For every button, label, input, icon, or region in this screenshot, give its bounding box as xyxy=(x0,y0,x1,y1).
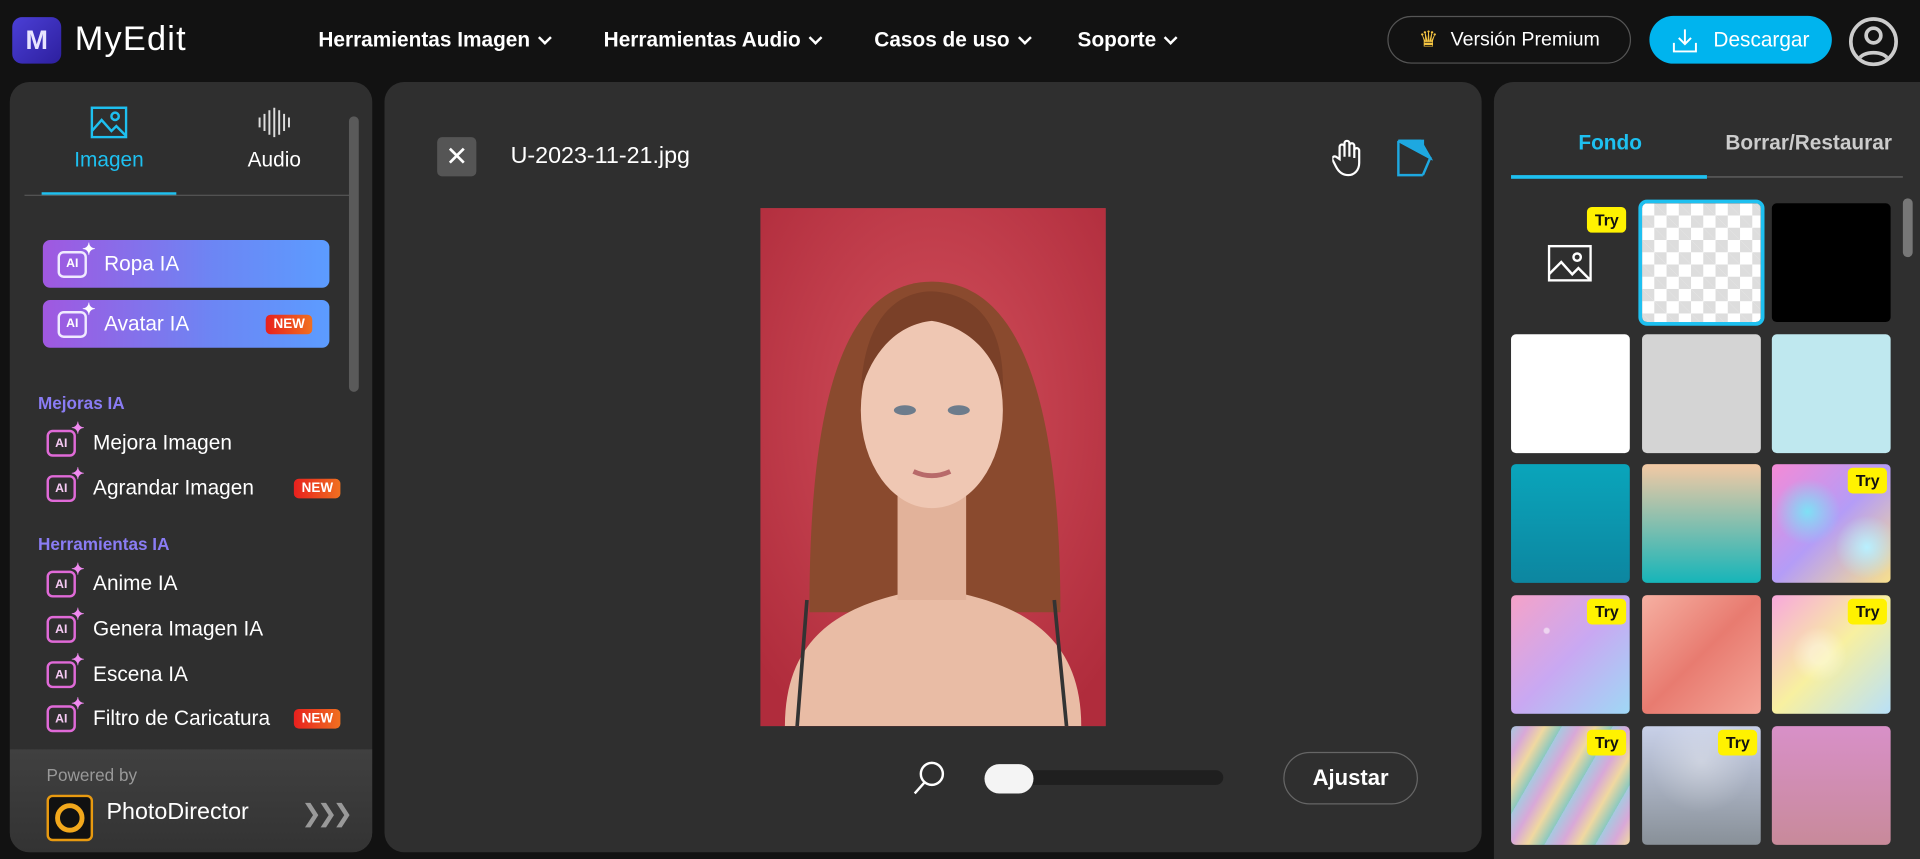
background-swatch[interactable] xyxy=(1642,334,1761,454)
panel-scrollbar[interactable] xyxy=(1902,198,1913,258)
background-swatch[interactable] xyxy=(1642,464,1761,583)
active-tab-indicator xyxy=(1511,175,1707,179)
background-swatch[interactable]: Try xyxy=(1771,595,1891,714)
background-swatch[interactable]: Try xyxy=(1511,726,1630,845)
upload-background-button[interactable]: Try xyxy=(1511,203,1630,322)
chevrons-right-icon: ❯❯❯ xyxy=(301,800,353,828)
compare-icon[interactable] xyxy=(1396,138,1434,183)
section-title: Mejoras IA xyxy=(37,393,125,413)
zoom-slider-handle[interactable] xyxy=(984,764,1034,794)
myedit-logo[interactable]: M xyxy=(12,17,62,64)
nav-casos-de-uso[interactable]: Casos de uso xyxy=(874,28,1032,52)
user-avatar-icon[interactable] xyxy=(1848,17,1898,67)
ropa-ia-button[interactable]: AIRopa IA xyxy=(42,239,330,288)
photodirector-logo-icon xyxy=(46,794,94,842)
powered-by-photodirector[interactable]: Powered by PhotoDirector ❯❯❯ xyxy=(9,749,373,853)
nav-soporte[interactable]: Soporte xyxy=(1078,28,1178,52)
close-button[interactable]: ✕ xyxy=(437,137,477,177)
try-badge: Try xyxy=(1848,598,1887,625)
ai-icon: AI xyxy=(46,419,84,457)
try-badge: Try xyxy=(1848,467,1887,494)
file-name: U-2023-11-21.jpg xyxy=(510,143,690,169)
try-badge: Try xyxy=(1587,729,1627,756)
new-badge: NEW xyxy=(294,708,341,729)
download-button[interactable]: Descargar xyxy=(1649,15,1832,64)
premium-button[interactable]: ♛ Versión Premium xyxy=(1387,15,1632,64)
ai-icon: AI xyxy=(46,605,84,643)
menu-item-anime-ia[interactable]: AIAnime IA xyxy=(46,560,341,598)
image-icon xyxy=(90,106,128,139)
try-badge: Try xyxy=(1587,598,1627,625)
new-badge: NEW xyxy=(294,478,341,499)
ai-icon: AI xyxy=(57,299,96,338)
download-icon xyxy=(1673,28,1698,52)
section-title: Herramientas IA xyxy=(37,533,170,554)
menu-item-escena-ia[interactable]: AIEscena IA xyxy=(46,650,341,689)
menu-item-genera-imagen-ia[interactable]: AIGenera Imagen IA xyxy=(46,605,341,643)
background-swatch[interactable] xyxy=(1511,334,1630,454)
ai-icon: AI xyxy=(46,464,84,503)
nav-herramientas-imagen[interactable]: Herramientas Imagen xyxy=(318,28,552,52)
background-swatch[interactable] xyxy=(1771,726,1891,845)
brand-name[interactable]: MyEdit xyxy=(75,20,187,59)
ai-icon: AI xyxy=(46,694,84,733)
sidebar-scrollbar[interactable] xyxy=(348,116,359,392)
chevron-down-icon xyxy=(1017,30,1032,45)
tab-audio[interactable]: Audio xyxy=(207,107,342,173)
background-swatch[interactable]: Try xyxy=(1771,464,1891,583)
left-sidebar: Imagen Audio AIRopa IA AIAvatar IANEW Me… xyxy=(9,82,373,853)
tab-fondo[interactable]: Fondo xyxy=(1578,131,1642,155)
avatar-ia-button[interactable]: AIAvatar IANEW xyxy=(42,299,330,348)
background-swatch[interactable] xyxy=(1771,334,1891,454)
try-badge: Try xyxy=(1587,206,1627,233)
ai-icon: AI xyxy=(46,560,84,598)
crown-icon: ♛ xyxy=(1418,26,1439,52)
zoom-magnifier-icon xyxy=(911,759,948,802)
menu-item-mejora-imagen[interactable]: AIMejora Imagen xyxy=(46,419,341,457)
audio-wave-icon xyxy=(258,107,290,138)
try-badge: Try xyxy=(1718,729,1758,756)
uploaded-photo xyxy=(760,208,1106,727)
divider xyxy=(24,194,358,196)
tab-imagen[interactable]: Imagen xyxy=(42,106,177,173)
image-upload-icon xyxy=(1547,244,1592,282)
nav-herramientas-audio[interactable]: Herramientas Audio xyxy=(604,28,823,52)
background-swatch[interactable]: Try xyxy=(1642,726,1761,845)
tab-borrar-restaurar[interactable]: Borrar/Restaurar xyxy=(1725,131,1892,155)
chevron-down-icon xyxy=(808,30,823,45)
new-badge: NEW xyxy=(266,314,313,334)
background-swatch[interactable] xyxy=(1642,595,1761,714)
chevron-down-icon xyxy=(537,30,552,45)
menu-item-agrandar-imagen[interactable]: AIAgrandar ImagenNEW xyxy=(46,464,341,503)
transparent-swatch-selected[interactable] xyxy=(1638,199,1765,326)
ai-icon: AI xyxy=(46,650,84,689)
background-swatch[interactable] xyxy=(1511,464,1630,583)
background-swatch[interactable]: Try xyxy=(1511,595,1630,714)
background-swatch[interactable] xyxy=(1771,203,1891,323)
hand-pan-icon[interactable] xyxy=(1331,139,1361,183)
chevron-down-icon xyxy=(1163,30,1178,45)
divider xyxy=(1706,176,1903,178)
menu-item-filtro-caricatura[interactable]: AIFiltro de CaricaturaNEW xyxy=(46,694,341,733)
ai-icon: AI xyxy=(57,239,96,278)
fit-button[interactable]: Ajustar xyxy=(1283,751,1418,805)
